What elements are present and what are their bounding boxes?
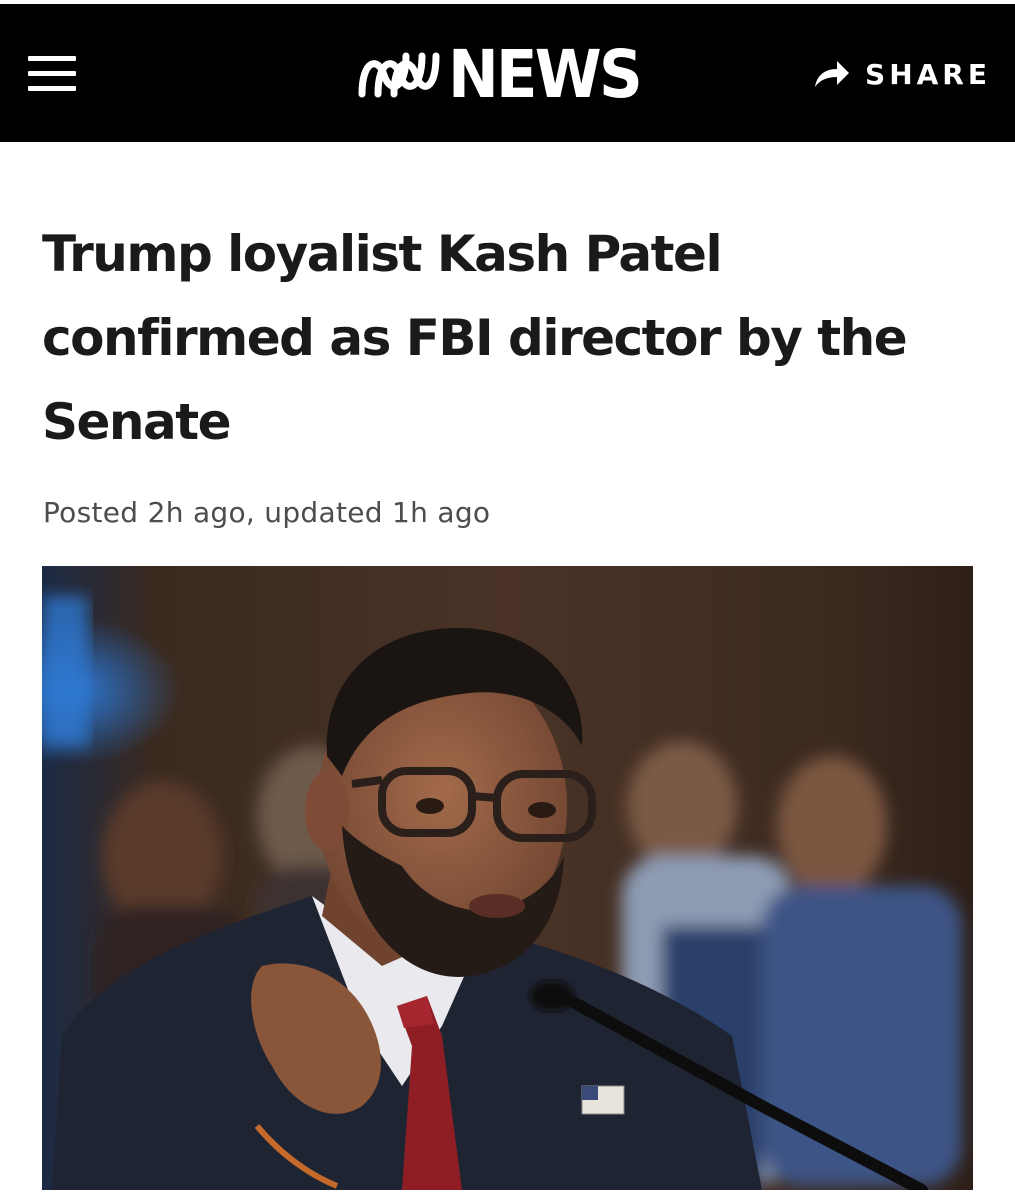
bottom-border	[0, 1190, 1015, 1200]
share-label: SHARE	[865, 57, 991, 91]
man-with-glasses-speaking-at-hearing-photo	[42, 566, 973, 1190]
share-button[interactable]: SHARE	[813, 54, 991, 94]
article-headline: Trump loyalist Kash Patel confirmed as F…	[42, 225, 908, 451]
menu-button[interactable]	[24, 52, 80, 96]
share-arrow-icon	[815, 61, 850, 87]
logo-wordmark: NEWS	[448, 36, 643, 113]
hero-photo[interactable]	[42, 566, 973, 1190]
site-header: NEWS SHARE	[0, 4, 1015, 142]
abc-lissajous-logo-icon	[358, 52, 440, 98]
abc-news-logo[interactable]: NEWS	[356, 38, 657, 112]
article-timestamp: Posted 2h ago, updated 1h ago	[43, 496, 491, 529]
hamburger-menu-icon	[24, 52, 80, 96]
